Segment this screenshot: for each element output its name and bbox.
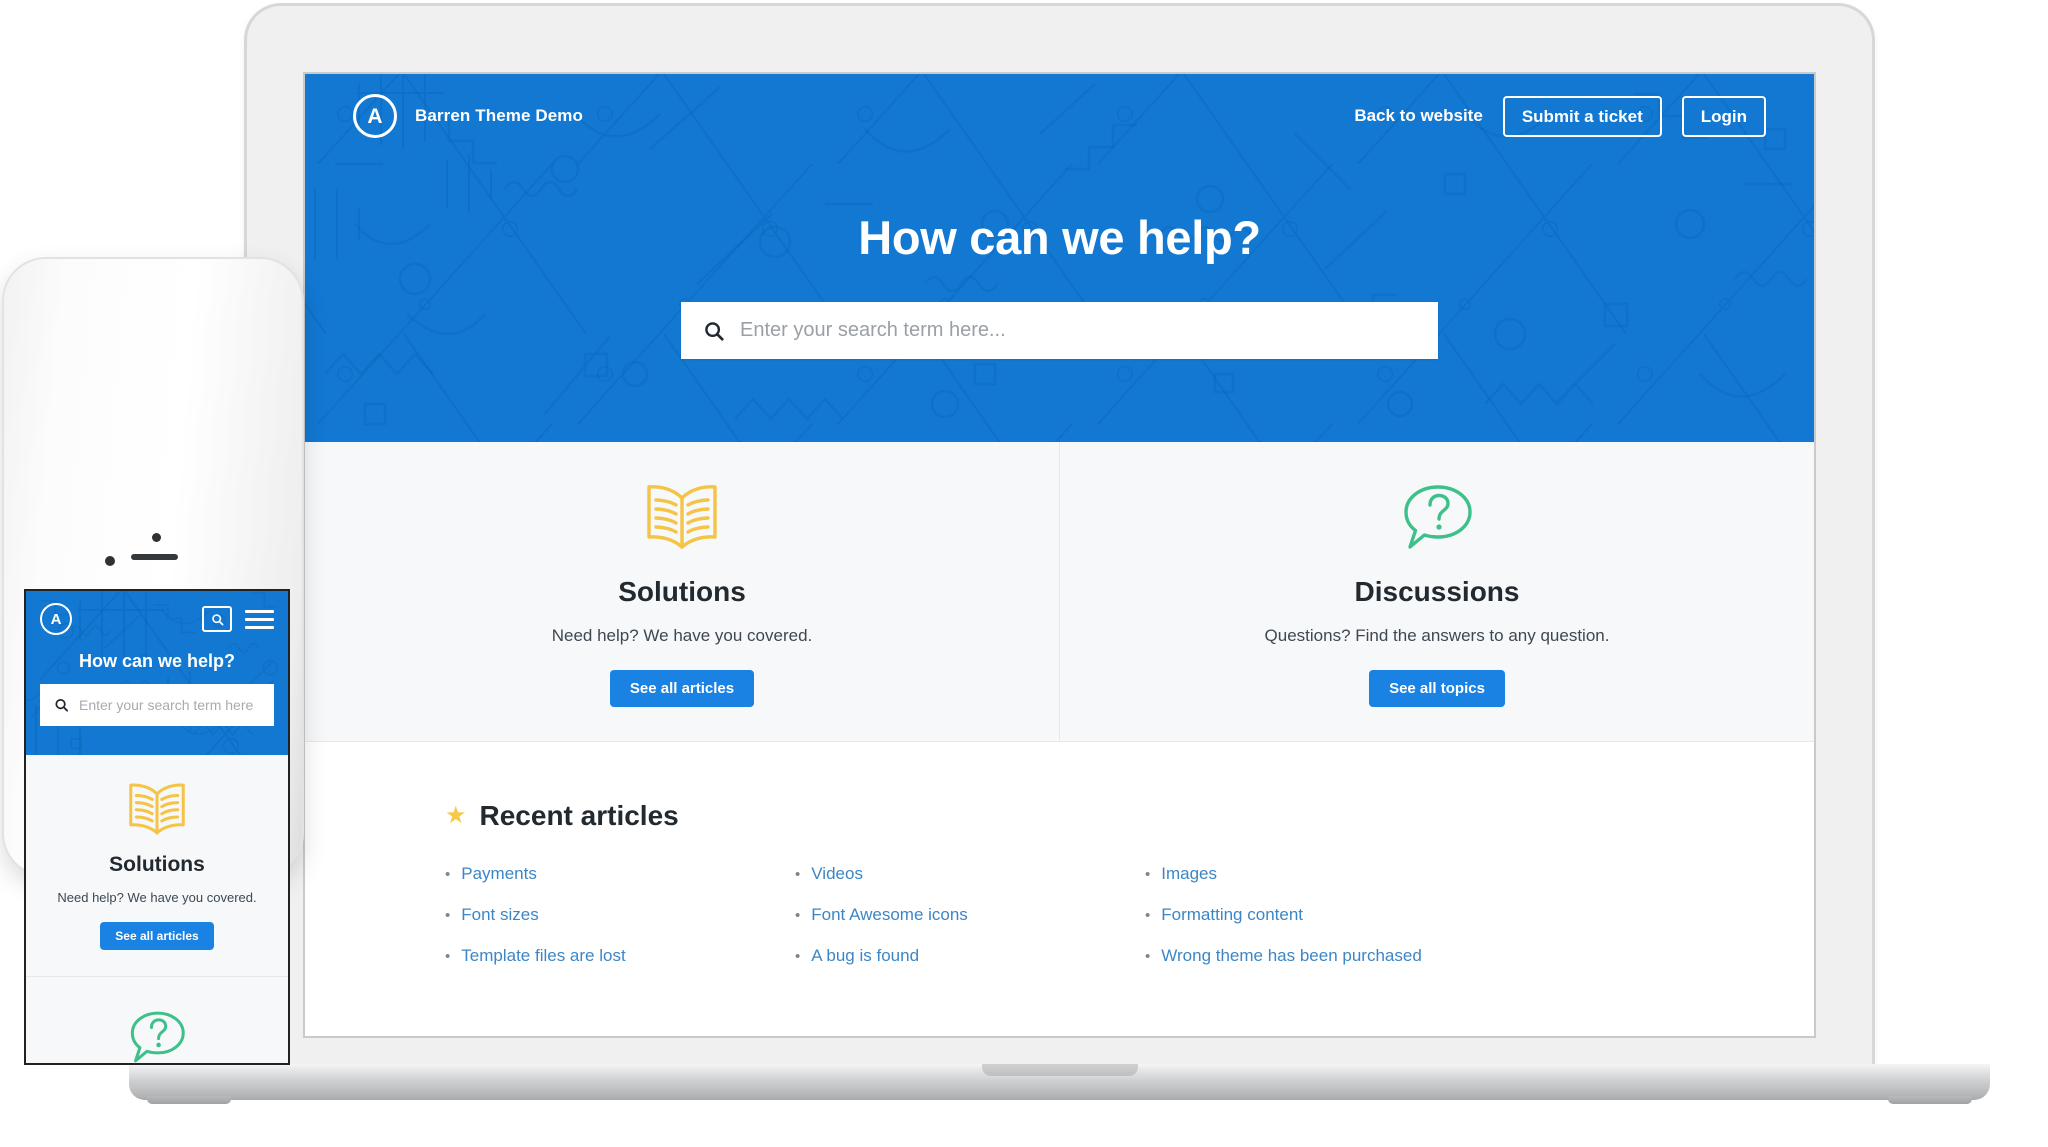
- desktop-topbar: A Barren Theme Demo Back to website Subm…: [305, 74, 1814, 158]
- solutions-card[interactable]: Solutions Need help? We have you covered…: [305, 442, 1059, 741]
- article-link[interactable]: Images: [1161, 864, 1217, 884]
- desktop-hero-body: How can we help?: [305, 158, 1814, 359]
- mobile-search-toggle-button[interactable]: [202, 606, 232, 632]
- screenshot-stage: A Barren Theme Demo Back to website Subm…: [0, 0, 2048, 1147]
- discussions-card-subtitle: Questions? Find the answers to any quest…: [1264, 626, 1610, 645]
- bullet-icon: •: [1145, 866, 1151, 883]
- bullet-icon: •: [445, 948, 451, 965]
- article-link[interactable]: Wrong theme has been purchased: [1161, 946, 1422, 966]
- recent-articles-grid: • Payments • Videos • Images • Font sizes • F…: [445, 864, 1814, 966]
- magnifier-icon: [705, 321, 724, 341]
- brand[interactable]: A Barren Theme Demo: [353, 94, 583, 138]
- list-item[interactable]: • Formatting content: [1145, 905, 1565, 925]
- see-all-topics-button[interactable]: See all topics: [1369, 670, 1505, 707]
- laptop-base-notch: [981, 1064, 1138, 1076]
- discussions-card[interactable]: Discussions Questions? Find the answers …: [1059, 442, 1814, 741]
- bullet-icon: •: [445, 907, 451, 924]
- article-link[interactable]: Videos: [811, 864, 863, 884]
- question-speech-bubble-icon: [1398, 478, 1476, 556]
- phone-sensor-dot: [152, 533, 161, 542]
- phone-screen: A How can we help? Enter your search ter…: [24, 589, 290, 1065]
- mobile-solutions-subtitle: Need help? We have you covered.: [57, 890, 257, 905]
- list-item[interactable]: • Font sizes: [445, 905, 795, 925]
- desktop-category-cards: Solutions Need help? We have you covered…: [305, 442, 1814, 742]
- submit-ticket-button[interactable]: Submit a ticket: [1502, 95, 1662, 137]
- brand-name: Barren Theme Demo: [415, 106, 583, 125]
- list-item[interactable]: • A bug is found: [795, 946, 1145, 966]
- list-item[interactable]: • Font Awesome icons: [795, 905, 1145, 925]
- recent-articles-section: ★ Recent articles • Payments • Videos • Ima…: [305, 742, 1814, 966]
- question-speech-bubble-icon: [36, 1007, 278, 1063]
- open-book-icon: [36, 779, 278, 839]
- mobile-search-bar[interactable]: [40, 684, 274, 726]
- bullet-icon: •: [795, 948, 801, 965]
- article-link[interactable]: Font Awesome icons: [811, 905, 968, 925]
- bullet-icon: •: [795, 866, 801, 883]
- desktop-nav: Back to website Submit a ticket Login: [1354, 95, 1766, 137]
- article-link[interactable]: Template files are lost: [461, 946, 625, 966]
- list-item[interactable]: • Videos: [795, 864, 1145, 884]
- mobile-actions: [202, 606, 274, 632]
- back-to-website-link[interactable]: Back to website: [1354, 106, 1483, 126]
- mobile-topbar: A: [26, 591, 288, 635]
- mobile-solutions-title: Solutions: [109, 853, 205, 876]
- bullet-icon: •: [795, 907, 801, 924]
- article-link[interactable]: Payments: [461, 864, 537, 884]
- laptop-foot-left: [147, 1096, 231, 1104]
- search-icon: [211, 613, 224, 626]
- magnifier-icon: [55, 698, 69, 712]
- see-all-articles-button[interactable]: See all articles: [609, 670, 755, 707]
- hero-title: How can we help?: [858, 211, 1261, 264]
- hamburger-menu-icon[interactable]: [245, 609, 274, 629]
- desktop-hero: A Barren Theme Demo Back to website Subm…: [305, 74, 1814, 442]
- mobile-see-all-articles-button[interactable]: See all articles: [100, 922, 214, 950]
- star-icon: ★: [445, 802, 467, 829]
- mobile-hero-title: How can we help?: [78, 651, 236, 671]
- article-link[interactable]: A bug is found: [811, 946, 919, 966]
- solutions-card-title: Solutions: [618, 576, 746, 607]
- desktop-search-input[interactable]: [740, 319, 1416, 342]
- phone-earpiece-speaker: [131, 554, 178, 560]
- login-button[interactable]: Login: [1681, 95, 1766, 137]
- recent-articles-header: ★ Recent articles: [445, 800, 1814, 832]
- laptop-mockup: A Barren Theme Demo Back to website Subm…: [129, 6, 1990, 1104]
- phone-mockup: A How can we help? Enter your search ter…: [4, 259, 302, 1065]
- solutions-card-subtitle: Need help? We have you covered.: [551, 626, 813, 645]
- mobile-solutions-card[interactable]: Solutions Need help? We have you covered…: [26, 755, 288, 977]
- open-book-icon: [643, 478, 721, 556]
- phone-front-camera: [105, 556, 115, 566]
- bullet-icon: •: [1145, 907, 1151, 924]
- discussions-card-title: Discussions: [1354, 576, 1520, 607]
- mobile-hero: A How can we help?: [26, 591, 288, 755]
- list-item[interactable]: • Wrong theme has been purchased: [1145, 946, 1565, 966]
- recent-articles-title: Recent articles: [479, 800, 679, 831]
- list-item[interactable]: • Template files are lost: [445, 946, 795, 966]
- circle-a-logo-icon: A: [40, 603, 72, 635]
- list-item[interactable]: • Images: [1145, 864, 1565, 884]
- bullet-icon: •: [1145, 948, 1151, 965]
- circle-a-logo-icon: A: [353, 94, 397, 138]
- article-link[interactable]: Font sizes: [461, 905, 538, 925]
- desktop-search-bar[interactable]: [681, 302, 1438, 359]
- list-item[interactable]: • Payments: [445, 864, 795, 884]
- bullet-icon: •: [445, 866, 451, 883]
- article-link[interactable]: Formatting content: [1161, 905, 1303, 925]
- mobile-discussions-card[interactable]: Discussions: [26, 977, 288, 1063]
- laptop-screen: A Barren Theme Demo Back to website Subm…: [305, 74, 1814, 1036]
- laptop-foot-right: [1888, 1096, 1972, 1104]
- mobile-search-input[interactable]: [79, 697, 260, 713]
